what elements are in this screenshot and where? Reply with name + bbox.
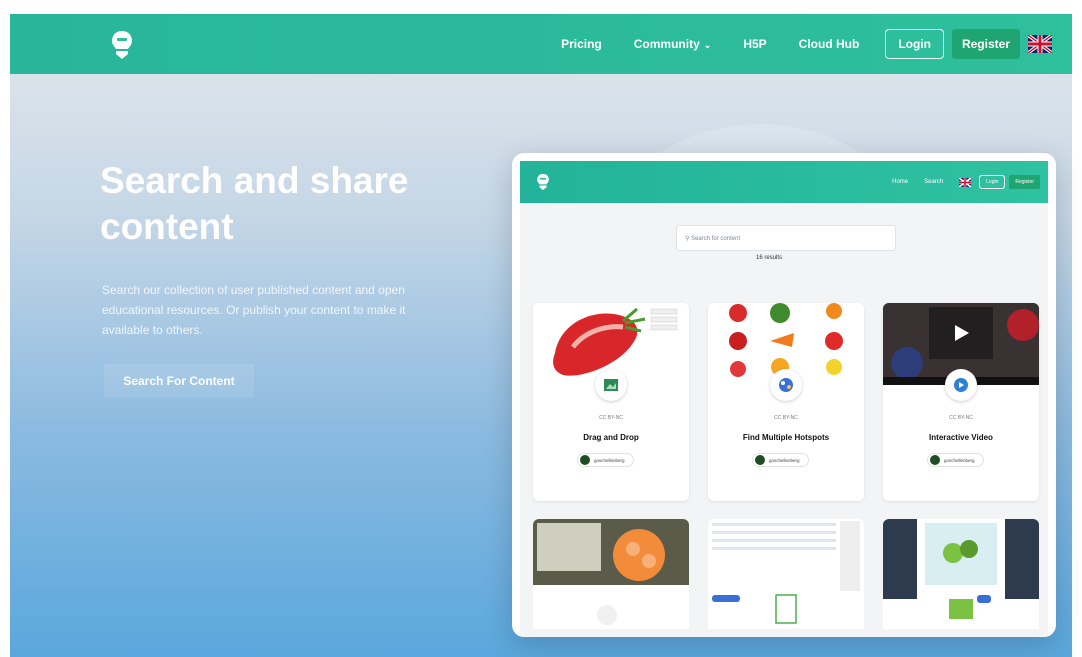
author-avatar <box>755 455 765 465</box>
preview-nav-search: Search <box>924 179 944 185</box>
card-license: CC BY-NC <box>949 415 973 421</box>
preview-nav-links: Home Search Login Register <box>892 161 1040 203</box>
preview-results-count: 16 results <box>756 255 783 261</box>
interactive-video-icon <box>945 369 977 401</box>
card-title: Drag and Drop <box>583 433 639 442</box>
app-preview-screenshot: Home Search Login Register ⚲ Search for … <box>512 153 1056 637</box>
nav-cloud-hub[interactable]: Cloud Hub <box>799 37 860 51</box>
lime-image <box>883 519 1039 629</box>
hero-title: Search and share content <box>100 160 409 247</box>
preview-card-drag-and-drop: CC BY-NC Drag and Drop goschellenberg <box>533 303 689 501</box>
card-license: CC BY-NC <box>774 415 798 421</box>
lumi-logo-icon[interactable] <box>110 30 134 60</box>
login-button[interactable]: Login <box>885 29 944 59</box>
nav-community[interactable]: Community ⌄ <box>634 37 712 51</box>
preview-search-input: ⚲ Search for content <box>676 225 896 251</box>
nav-community-label: Community <box>633 37 700 51</box>
nav-h5p[interactable]: H5P <box>743 37 766 51</box>
preview-card-row2-2 <box>708 519 864 629</box>
app-preview-window: Home Search Login Register ⚲ Search for … <box>520 161 1048 637</box>
preview-uk-flag-icon <box>959 177 972 187</box>
preview-card-row2-1 <box>533 519 689 629</box>
browser-top-strip <box>0 0 1082 14</box>
register-button[interactable]: Register <box>951 29 1020 59</box>
drag-drop-icon <box>595 369 627 401</box>
hotspots-icon <box>770 369 802 401</box>
chevron-down-icon: ⌄ <box>703 40 712 50</box>
search-for-content-button[interactable]: Search For Content <box>104 364 254 398</box>
orange-slideshow-image <box>533 519 689 625</box>
nav-pricing[interactable]: Pricing <box>561 37 602 51</box>
card-author-name: goschellenberg <box>769 457 800 463</box>
nav-links: Pricing Community ⌄ H5P Cloud Hub Login R… <box>561 14 1072 74</box>
preview-navbar: Home Search Login Register <box>520 161 1048 203</box>
preview-card-find-multiple-hotspots: CC BY-NC Find Multiple Hotspots goschell… <box>708 303 864 501</box>
preview-logo-icon <box>537 173 549 191</box>
preview-card-row2-3 <box>883 519 1039 629</box>
card-title: Interactive Video <box>929 433 993 442</box>
preview-card-interactive-video: CC BY-NC Interactive Video goschellenber… <box>883 303 1039 501</box>
card-author: goschellenberg <box>927 453 984 467</box>
preview-login-button: Login <box>979 175 1006 189</box>
card-author-name: goschellenberg <box>944 457 975 463</box>
preview-search-placeholder: Search for content <box>691 236 741 242</box>
card-license: CC BY-NC <box>599 415 623 421</box>
card-title: Find Multiple Hotspots <box>742 433 830 442</box>
fill-in-blanks-image <box>708 519 864 629</box>
author-avatar <box>930 455 940 465</box>
preview-register-button: Register <box>1009 175 1040 189</box>
preview-nav-home: Home <box>892 179 909 185</box>
hero-description: Search our collection of user published … <box>102 283 406 337</box>
uk-flag-icon[interactable] <box>1028 35 1052 53</box>
card-author: goschellenberg <box>577 453 634 467</box>
card-author: goschellenberg <box>752 453 809 467</box>
author-avatar <box>580 455 590 465</box>
card-author-name: goschellenberg <box>594 457 625 463</box>
preview-search-icon: ⚲ <box>685 236 690 242</box>
top-navbar: Pricing Community ⌄ H5P Cloud Hub Login R… <box>10 14 1072 74</box>
